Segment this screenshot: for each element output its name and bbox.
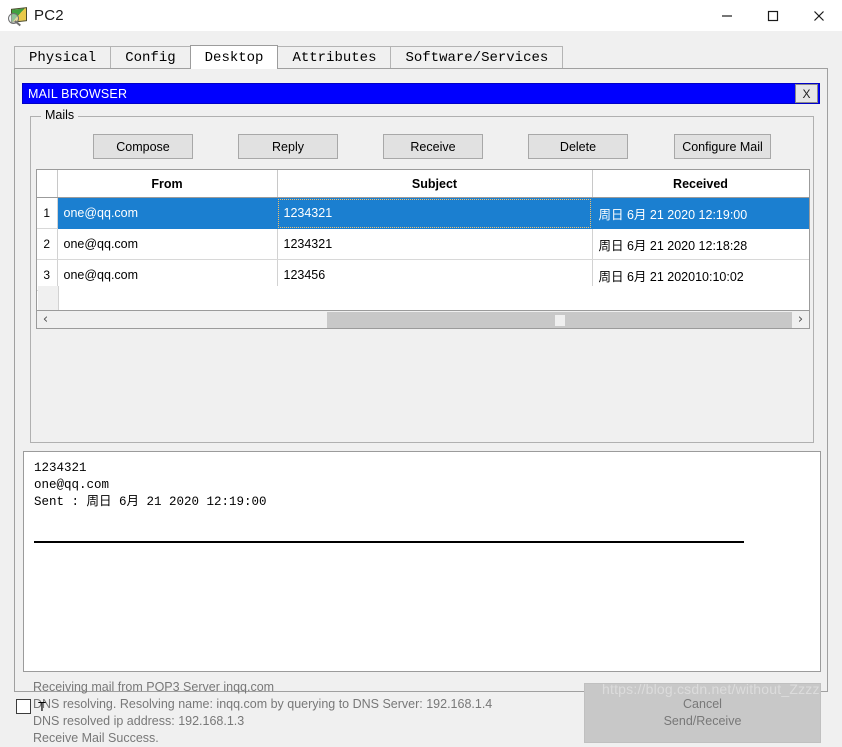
mail-toolbar: Compose Reply Receive Delete Configure M… — [31, 134, 815, 160]
mail-browser-close-button[interactable]: X — [795, 84, 818, 103]
checkbox-label: T — [38, 699, 46, 714]
row-index: 2 — [37, 228, 58, 260]
desktop-panel: MAIL BROWSER X Mails Compose Reply Recei… — [14, 68, 828, 745]
tab-config[interactable]: Config — [110, 46, 191, 69]
scrollbar-thumb[interactable] — [327, 311, 792, 328]
message-body-view[interactable]: 1234321 one@qq.com Sent : 周日 6月 21 2020 … — [23, 451, 821, 672]
delete-button[interactable]: Delete — [528, 134, 628, 159]
column-header-received[interactable]: Received — [592, 170, 809, 198]
cell-subject[interactable]: 1234321 — [277, 197, 593, 229]
mail-browser-titlebar: MAIL BROWSER X — [22, 83, 820, 104]
status-line: DNS resolving. Resolving name: inqq.com … — [33, 697, 493, 711]
mails-group: Mails Compose Reply Receive Delete Confi… — [30, 108, 815, 443]
scrollbar-grip — [554, 314, 565, 326]
table-row[interactable]: 1 one@qq.com 1234321 周日 6月 21 2020 12:19… — [37, 197, 809, 229]
tab-desktop[interactable]: Desktop — [189, 45, 279, 69]
cell-received[interactable]: 周日 6月 21 2020 12:19:00 — [592, 197, 809, 229]
cancel-send-receive-button[interactable]: Cancel Send/Receive — [584, 683, 821, 743]
close-button[interactable] — [796, 0, 842, 31]
cell-received[interactable]: 周日 6月 21 2020 12:18:28 — [592, 228, 809, 260]
tab-physical[interactable]: Physical — [14, 46, 112, 69]
maximize-button[interactable] — [750, 0, 796, 31]
cell-from[interactable]: one@qq.com — [57, 197, 278, 229]
tab-attributes[interactable]: Attributes — [277, 46, 392, 69]
message-separator-rule — [34, 541, 744, 543]
window-titlebar: PC2 — [0, 0, 842, 31]
status-line: Receive Mail Success. — [33, 731, 159, 745]
column-header-index[interactable] — [37, 170, 58, 198]
cell-from[interactable]: one@qq.com — [57, 228, 278, 260]
bottom-checkbox[interactable]: T — [16, 699, 46, 714]
scroll-left-arrow-icon[interactable]: ‹ — [37, 312, 54, 328]
cell-subject[interactable]: 1234321 — [277, 228, 593, 260]
mail-list-table: From Subject Received 1 one@qq.com 12343… — [37, 170, 809, 291]
table-row[interactable]: 2 one@qq.com 1234321 周日 6月 21 2020 12:18… — [37, 228, 809, 260]
mail-browser-title: MAIL BROWSER — [28, 86, 128, 101]
mail-list-horizontal-scrollbar[interactable]: ‹ › — [36, 311, 810, 329]
message-subject: 1234321 — [34, 461, 87, 475]
scrollbar-track[interactable] — [54, 311, 792, 328]
window-title: PC2 — [34, 7, 64, 24]
maximize-icon — [767, 10, 779, 21]
main-tabs: Physical Config Desktop Attributes Softw… — [14, 45, 828, 69]
packet-tracer-device-icon — [8, 6, 28, 26]
mail-list-table-container: From Subject Received 1 one@qq.com 12343… — [36, 169, 810, 311]
scroll-right-arrow-icon[interactable]: › — [792, 312, 809, 328]
reply-button[interactable]: Reply — [238, 134, 338, 159]
minimize-button[interactable] — [704, 0, 750, 31]
status-log: Receiving mail from POP3 Server inqq.com… — [33, 679, 603, 747]
configure-mail-button[interactable]: Configure Mail — [674, 134, 771, 159]
status-line: Receiving mail from POP3 Server inqq.com — [33, 680, 275, 694]
status-line: DNS resolved ip address: 192.168.1.3 — [33, 714, 245, 728]
checkbox-box[interactable] — [16, 699, 31, 714]
mails-group-legend: Mails — [41, 108, 79, 122]
close-icon — [814, 10, 824, 21]
message-sent-date: Sent : 周日 6月 21 2020 12:19:00 — [34, 495, 267, 509]
cancel-button-line1: Cancel — [683, 697, 722, 711]
window-controls — [704, 0, 842, 31]
compose-button[interactable]: Compose — [93, 134, 193, 159]
table-header-row: From Subject Received — [37, 170, 809, 198]
message-sender: one@qq.com — [34, 478, 110, 492]
table-empty-area — [38, 286, 809, 310]
status-area: Receiving mail from POP3 Server inqq.com… — [23, 679, 821, 745]
receive-button[interactable]: Receive — [383, 134, 483, 159]
cancel-button-line2: Send/Receive — [663, 714, 742, 728]
minimize-icon — [722, 14, 732, 17]
column-header-from[interactable]: From — [57, 170, 278, 198]
row-index: 1 — [37, 197, 58, 229]
tab-software-services[interactable]: Software/Services — [390, 46, 564, 69]
column-header-subject[interactable]: Subject — [277, 170, 593, 198]
